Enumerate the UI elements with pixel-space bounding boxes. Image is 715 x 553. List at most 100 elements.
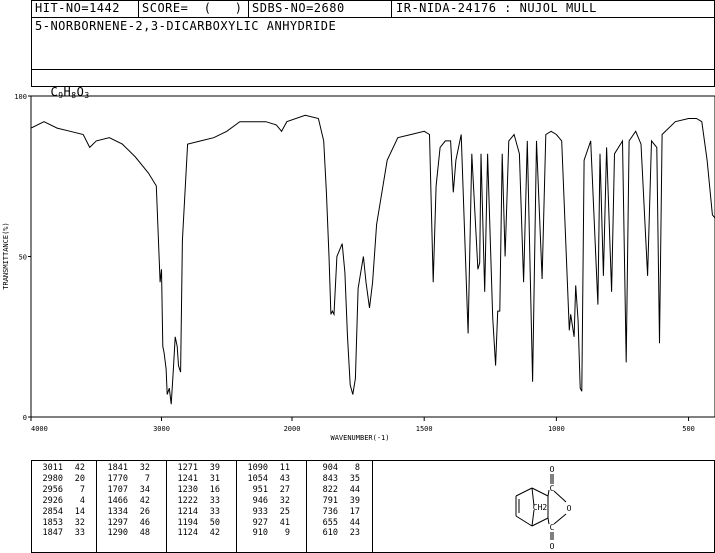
peak-wavenumber: 1290 — [107, 528, 128, 539]
peak-row: 1707 34 — [102, 485, 150, 496]
peak-transmittance: 35 — [349, 473, 360, 484]
peak-wavenumber: 1241 — [177, 473, 198, 484]
x-tick-label: 500 — [682, 425, 695, 433]
peak-wavenumber: 1090 — [247, 463, 268, 473]
peak-row: 1770 7 — [102, 474, 150, 485]
peak-row: 1241 31 — [172, 474, 220, 485]
peak-transmittance: 34 — [139, 484, 150, 495]
ir-spectrum-chart: 4000 3000 2000 1500 1000 500 0 50 100 WAVENUMBER… — [2, 93, 715, 442]
x-tick-label: 2000 — [284, 425, 301, 433]
peak-transmittance: 7 — [144, 473, 150, 484]
peak-wavenumber: 2980 — [42, 473, 63, 484]
peak-transmittance: 4 — [79, 495, 85, 506]
peak-wavenumber: 1054 — [247, 473, 268, 484]
peak-row: 791 39 — [312, 496, 360, 507]
peak-transmittance: 33 — [209, 495, 220, 506]
peak-wavenumber: 1271 — [177, 463, 198, 473]
peak-transmittance: 14 — [74, 506, 85, 517]
y-axis-label: TRANSMITTANCE(%) — [2, 222, 10, 289]
y-tick-label: 50 — [19, 254, 27, 262]
peak-row: 1271 39 — [172, 463, 220, 474]
peak-wavenumber: 610 — [322, 528, 338, 539]
peak-row: 933 25 — [242, 507, 290, 518]
x-tick-label: 1000 — [548, 425, 565, 433]
peak-wavenumber: 736 — [322, 506, 338, 517]
peak-transmittance: 32 — [139, 463, 150, 473]
peak-transmittance: 31 — [209, 473, 220, 484]
peak-transmittance: 32 — [74, 517, 85, 528]
peak-transmittance: 33 — [74, 528, 85, 539]
peak-wavenumber: 791 — [322, 495, 338, 506]
peak-row: 1853 32 — [37, 518, 85, 529]
peak-wavenumber: 1334 — [107, 506, 128, 517]
peak-row: 2926 4 — [37, 496, 85, 507]
peak-transmittance: 26 — [139, 506, 150, 517]
peak-column: 3011 42 2980 20 2956 7 2926 4 2854 14 1853 32 1847 33 — [37, 463, 85, 539]
peak-row: 655 44 — [312, 518, 360, 529]
peak-transmittance: 11 — [279, 463, 290, 473]
peak-transmittance: 41 — [279, 517, 290, 528]
peak-col-divider-4 — [306, 460, 307, 553]
peak-wavenumber: 1847 — [42, 528, 63, 539]
peak-row: 1194 50 — [172, 518, 220, 529]
peak-row: 1054 43 — [242, 474, 290, 485]
peak-transmittance: 16 — [209, 484, 220, 495]
peak-row: 946 32 — [242, 496, 290, 507]
x-axis-label: WAVENUMBER(-1) — [330, 434, 389, 442]
peak-col-divider-3 — [236, 460, 237, 553]
peak-column: 1841 32 1770 7 1707 34 1466 42 1334 26 1297 46 1290 4… — [102, 463, 150, 539]
peak-row: 1334 26 — [102, 507, 150, 518]
x-tick-label: 3000 — [153, 425, 170, 433]
peak-wavenumber: 1707 — [107, 484, 128, 495]
peak-transmittance: 44 — [349, 484, 360, 495]
peak-row: 1290 48 — [102, 528, 150, 539]
peak-wavenumber: 822 — [322, 484, 338, 495]
peak-wavenumber: 2926 — [42, 495, 63, 506]
peak-wavenumber: 1770 — [107, 473, 128, 484]
peak-wavenumber: 1230 — [177, 484, 198, 495]
peak-transmittance: 43 — [279, 473, 290, 484]
peak-col-divider-1 — [96, 460, 97, 553]
peak-row: 1847 33 — [37, 528, 85, 539]
peak-transmittance: 39 — [349, 495, 360, 506]
peak-wavenumber: 910 — [252, 528, 268, 539]
peak-wavenumber: 1214 — [177, 506, 198, 517]
peak-row: 736 17 — [312, 507, 360, 518]
peak-wavenumber: 933 — [252, 506, 268, 517]
peak-transmittance: 48 — [139, 528, 150, 539]
peak-transmittance: 9 — [284, 528, 290, 539]
peak-row: 1214 33 — [172, 507, 220, 518]
peak-transmittance: 25 — [279, 506, 290, 517]
peak-wavenumber: 1841 — [107, 463, 128, 473]
transmittance-line — [30, 114, 715, 405]
peak-row: 1297 46 — [102, 518, 150, 529]
peak-wavenumber: 3011 — [42, 463, 63, 473]
peak-transmittance: 32 — [279, 495, 290, 506]
peak-row: 2854 14 — [37, 507, 85, 518]
peak-wavenumber: 951 — [252, 484, 268, 495]
peak-row: 951 27 — [242, 485, 290, 496]
peak-column: 1271 39 1241 31 1230 16 1222 33 1214 33 1194 50 1124… — [172, 463, 220, 539]
peak-transmittance: 50 — [209, 517, 220, 528]
peak-wavenumber: 843 — [322, 473, 338, 484]
peak-row: 1466 42 — [102, 496, 150, 507]
peak-wavenumber: 1297 — [107, 517, 128, 528]
peak-transmittance: 33 — [209, 506, 220, 517]
peak-row: 904 8 — [312, 463, 360, 474]
x-tick-label: 1500 — [416, 425, 433, 433]
peak-transmittance: 42 — [139, 495, 150, 506]
peak-row: 822 44 — [312, 485, 360, 496]
peak-wavenumber: 655 — [322, 517, 338, 528]
peak-wavenumber: 2956 — [42, 484, 63, 495]
peak-wavenumber: 904 — [322, 463, 338, 473]
peak-col-divider-2 — [166, 460, 167, 553]
structure-box — [372, 460, 715, 553]
peak-wavenumber: 927 — [252, 517, 268, 528]
peak-transmittance: 39 — [209, 463, 220, 473]
peak-wavenumber: 1194 — [177, 517, 198, 528]
peak-row: 1222 33 — [172, 496, 220, 507]
peak-transmittance: 20 — [74, 473, 85, 484]
peak-transmittance: 44 — [349, 517, 360, 528]
peak-row: 1090 11 — [242, 463, 290, 474]
peak-wavenumber: 1853 — [42, 517, 63, 528]
